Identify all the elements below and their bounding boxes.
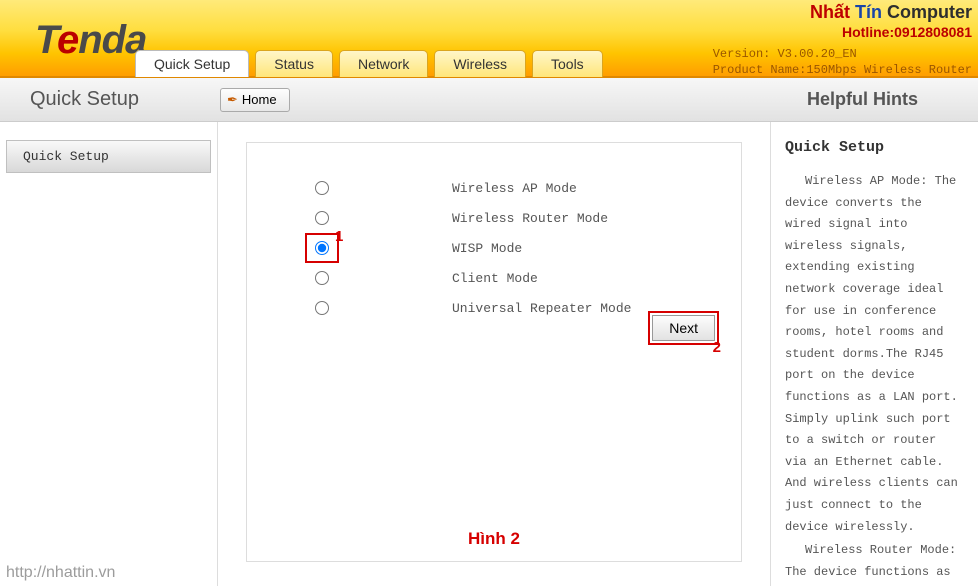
hints-p1: Wireless AP Mode: The device converts th…: [785, 171, 964, 538]
hotline: Hotline:0912808081: [842, 24, 972, 40]
tabs-bar: Quick Setup Status Network Wireless Tool…: [135, 50, 603, 77]
header: Tenda Nhất Tín Computer Hotline:09128080…: [0, 0, 978, 78]
radio-wireless-router[interactable]: [315, 211, 329, 225]
highlight-wisp: [305, 233, 339, 263]
hints-p2: Wireless Router Mode: The device functio…: [785, 540, 964, 586]
highlight-next: Next: [648, 311, 719, 345]
label-wireless-ap: Wireless AP Mode: [452, 181, 577, 196]
hints-panel[interactable]: Quick Setup Wireless AP Mode: The device…: [770, 122, 978, 586]
version-info: Version: V3.00.20_EN Product Name:150Mbp…: [713, 46, 972, 78]
tab-quick-setup[interactable]: Quick Setup: [135, 50, 249, 77]
main: Wireless AP Mode Wireless Router Mode WI…: [218, 122, 770, 586]
mode-row-wisp: WISP Mode 1: [297, 233, 711, 263]
radio-wisp[interactable]: [315, 241, 329, 255]
sidebar-item-quick-setup[interactable]: Quick Setup: [6, 140, 211, 173]
label-wisp: WISP Mode: [452, 241, 522, 256]
brand-text: Nhất Tín Computer: [810, 2, 972, 23]
mode-row-router: Wireless Router Mode: [297, 203, 711, 233]
hints-title: Quick Setup: [785, 134, 964, 161]
label-repeater: Universal Repeater Mode: [452, 301, 631, 316]
sidebar: Quick Setup: [0, 122, 218, 586]
next-button[interactable]: Next: [652, 315, 715, 341]
subheader: Quick Setup ✒ Home Helpful Hints: [0, 78, 978, 122]
annotation-2: 2: [713, 339, 721, 356]
content: Quick Setup Wireless AP Mode Wireless Ro…: [0, 122, 978, 586]
footer-url: http://nhattin.vn: [6, 564, 115, 582]
page-title: Quick Setup: [30, 88, 220, 111]
tab-tools[interactable]: Tools: [532, 50, 603, 77]
radio-client[interactable]: [315, 271, 329, 285]
mode-row-client: Client Mode: [297, 263, 711, 293]
radio-repeater[interactable]: [315, 301, 329, 315]
home-button-label: Home: [242, 92, 277, 107]
radio-wireless-ap[interactable]: [315, 181, 329, 195]
home-icon: ✒: [227, 92, 238, 108]
mode-row-ap: Wireless AP Mode: [297, 173, 711, 203]
next-wrap: Next 2: [648, 311, 719, 345]
label-wireless-router: Wireless Router Mode: [452, 211, 608, 226]
main-panel: Wireless AP Mode Wireless Router Mode WI…: [246, 142, 742, 562]
hints-header: Helpful Hints: [807, 89, 918, 110]
label-client: Client Mode: [452, 271, 538, 286]
tab-wireless[interactable]: Wireless: [434, 50, 526, 77]
logo: Tenda: [35, 18, 146, 63]
tab-network[interactable]: Network: [339, 50, 428, 77]
annotation-1: 1: [335, 228, 343, 245]
home-button[interactable]: ✒ Home: [220, 88, 290, 112]
figure-caption: Hình 2: [468, 529, 520, 549]
tab-status[interactable]: Status: [255, 50, 333, 77]
